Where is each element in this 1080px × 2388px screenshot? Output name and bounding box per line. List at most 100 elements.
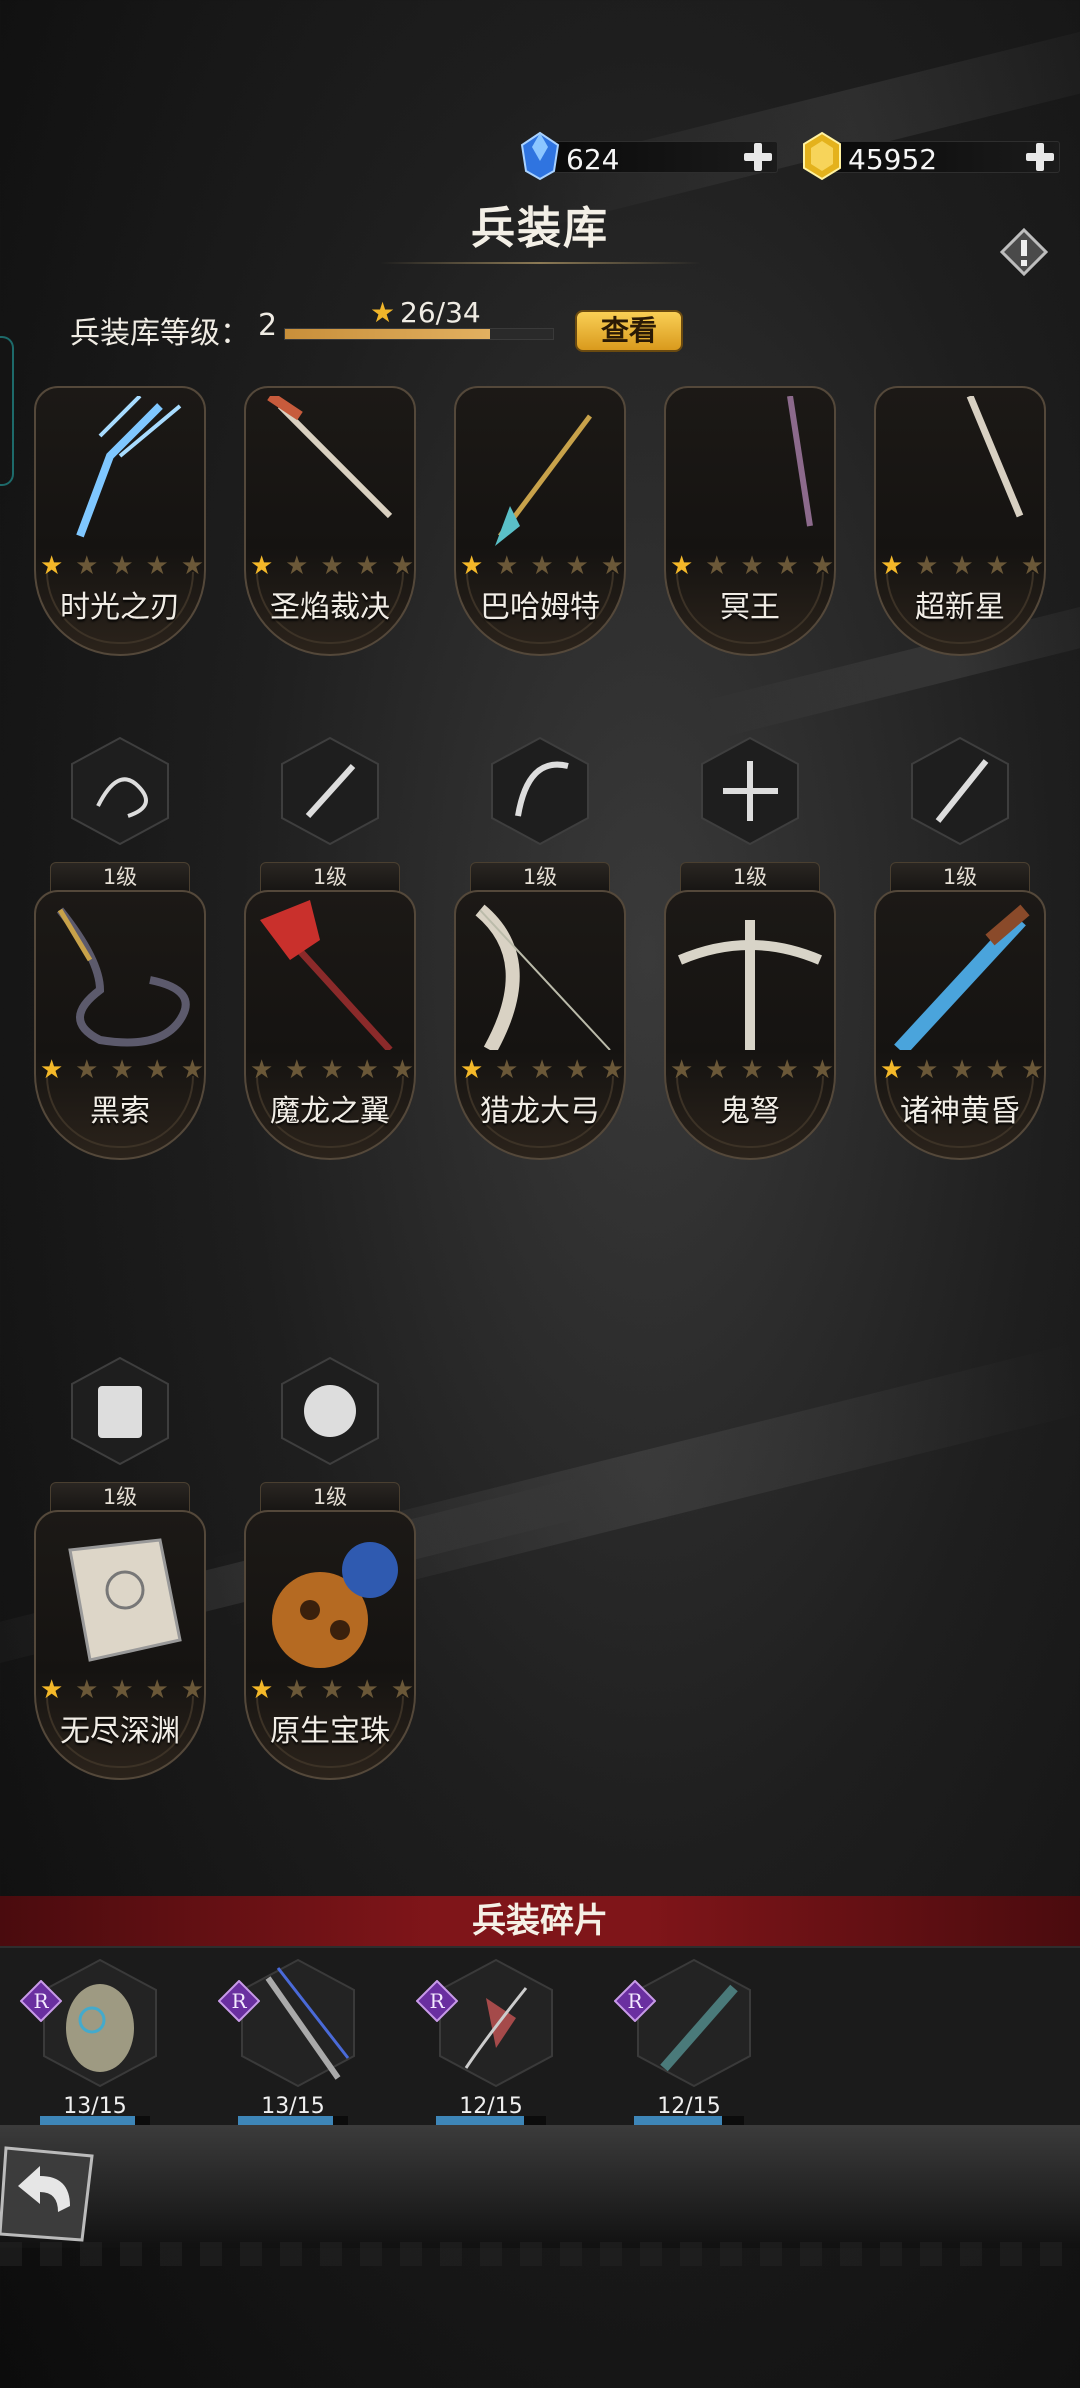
weapon-art-icon xyxy=(966,396,1024,518)
star-rating: ★ ★ ★ ★ ★ xyxy=(250,552,414,580)
gold-count: 45952 xyxy=(848,143,938,176)
star-icon: ★ xyxy=(40,1675,64,1705)
rarity-letter: R xyxy=(231,1989,247,2013)
weapon-level-tab: 1级 xyxy=(470,862,610,892)
star-icon: ★ xyxy=(530,551,554,581)
weapon-card[interactable]: ★ ★ ★ ★ ★ 黑索 xyxy=(34,890,206,1160)
shard-panel: R 13/15 R 13/15 R 12/15 R 12/15 xyxy=(0,1946,1080,2128)
star-rating: ★ ★ ★ ★ ★ xyxy=(40,1056,204,1084)
star-icon: ★ xyxy=(320,551,344,581)
star-icon: ★ xyxy=(390,1675,414,1705)
rarity-letter: R xyxy=(33,1989,49,2013)
weapon-card[interactable]: ★ ★ ★ ★ ★ 时光之刃 xyxy=(34,386,206,656)
rarity-letter: R xyxy=(429,1989,445,2013)
rarity-badge: R xyxy=(218,1980,260,2022)
weapon-name: 黑索 xyxy=(90,1094,150,1129)
weapon-card[interactable]: ★ ★ ★ ★ ★ 冥王 xyxy=(664,386,836,656)
bottom-bar xyxy=(0,2128,1080,2266)
star-icon: ★ xyxy=(75,551,99,581)
scroll-clip xyxy=(0,280,1080,386)
weapon-card[interactable]: ★ ★ ★ ★ ★ 原生宝珠 xyxy=(244,1510,416,1780)
star-icon: ★ xyxy=(705,551,729,581)
star-rating: ★ ★ ★ ★ ★ xyxy=(670,552,834,580)
star-rating: ★ ★ ★ ★ ★ xyxy=(460,552,624,580)
weapon-card[interactable]: ★ ★ ★ ★ ★ 鬼弩 xyxy=(664,890,836,1160)
weapon-name: 圣焰裁决 xyxy=(270,590,390,625)
add-diamond-button[interactable] xyxy=(738,137,778,177)
diamond-currency: 624 xyxy=(518,131,778,181)
star-icon: ★ xyxy=(915,1055,939,1085)
star-icon: ★ xyxy=(565,1055,589,1085)
weapon-name: 冥王 xyxy=(720,590,780,625)
rarity-badge: R xyxy=(416,1980,458,2022)
star-icon: ★ xyxy=(810,551,834,581)
shard-item[interactable]: R 13/15 xyxy=(218,1958,368,2125)
star-icon: ★ xyxy=(950,551,974,581)
shard-item[interactable]: R 12/15 xyxy=(416,1958,566,2125)
page-title: 兵装库 xyxy=(471,203,609,254)
star-icon: ★ xyxy=(600,551,624,581)
star-icon: ★ xyxy=(600,1055,624,1085)
star-rating: ★ ★ ★ ★ ★ xyxy=(670,1056,834,1084)
weapon-level-tab: 1级 xyxy=(50,1482,190,1512)
star-icon: ★ xyxy=(460,1055,484,1085)
weapon-name: 诸神黄昏 xyxy=(900,1094,1020,1129)
star-rating: ★ ★ ★ ★ ★ xyxy=(250,1676,414,1704)
star-icon: ★ xyxy=(880,551,904,581)
weapon-level-tab: 1级 xyxy=(680,862,820,892)
star-icon: ★ xyxy=(180,1675,204,1705)
diamond-count: 624 xyxy=(566,143,620,176)
rarity-badge: R xyxy=(614,1980,656,2022)
weapon-art-icon xyxy=(272,1542,398,1668)
shard-count: 13/15 xyxy=(261,2094,325,2119)
weapon-name: 魔龙之翼 xyxy=(270,1094,390,1129)
star-icon: ★ xyxy=(740,1055,764,1085)
star-icon: ★ xyxy=(110,551,134,581)
weapon-art-icon xyxy=(495,414,592,546)
star-icon: ★ xyxy=(880,1055,904,1085)
back-arrow-icon[interactable] xyxy=(0,2142,96,2246)
shard-art-icon xyxy=(637,1958,751,2088)
star-icon: ★ xyxy=(460,551,484,581)
weapon-card[interactable]: ★ ★ ★ ★ ★ 诸神黄昏 xyxy=(874,890,1046,1160)
star-icon: ★ xyxy=(670,1055,694,1085)
star-icon: ★ xyxy=(775,1055,799,1085)
gold-currency: 45952 xyxy=(800,131,1060,181)
star-icon: ★ xyxy=(1020,1055,1044,1085)
warning-diamond-icon[interactable] xyxy=(1000,228,1048,276)
weapon-card[interactable]: ★ ★ ★ ★ ★ 圣焰裁决 xyxy=(244,386,416,656)
weapon-level-tab: 1级 xyxy=(50,862,190,892)
weapon-card[interactable]: ★ ★ ★ ★ ★ 超新星 xyxy=(874,386,1046,656)
weapon-name: 巴哈姆特 xyxy=(480,590,600,625)
star-icon: ★ xyxy=(320,1675,344,1705)
weapon-card[interactable]: ★ ★ ★ ★ ★ 巴哈姆特 xyxy=(454,386,626,656)
weapon-name: 猎龙大弓 xyxy=(480,1094,600,1129)
blue-diamond-icon xyxy=(520,131,560,181)
star-icon: ★ xyxy=(285,1055,309,1085)
shard-count: 13/15 xyxy=(63,2094,127,2119)
shard-art-icon xyxy=(241,1958,355,2088)
star-icon: ★ xyxy=(705,1055,729,1085)
star-icon: ★ xyxy=(285,1675,309,1705)
star-icon: ★ xyxy=(390,1055,414,1085)
star-rating: ★ ★ ★ ★ ★ xyxy=(460,1056,624,1084)
add-gold-button[interactable] xyxy=(1020,137,1060,177)
weapon-card[interactable]: ★ ★ ★ ★ ★ 无尽深渊 xyxy=(34,1510,206,1780)
shard-item[interactable]: R 13/15 xyxy=(20,1958,170,2125)
weapon-art-icon xyxy=(260,900,393,1050)
star-icon: ★ xyxy=(110,1675,134,1705)
weapon-type-icon xyxy=(71,1356,169,1466)
star-rating: ★ ★ ★ ★ ★ xyxy=(250,1056,414,1084)
weapon-art-icon xyxy=(787,396,813,527)
star-icon: ★ xyxy=(985,1055,1009,1085)
shard-item[interactable]: R 12/15 xyxy=(614,1958,764,2125)
weapon-card[interactable]: ★ ★ ★ ★ ★ 魔龙之翼 xyxy=(244,890,416,1160)
title-divider xyxy=(380,262,700,264)
weapon-type-icon xyxy=(281,736,379,846)
star-icon: ★ xyxy=(250,1675,274,1705)
rarity-letter: R xyxy=(627,1989,643,2013)
rarity-badge: R xyxy=(20,1980,62,2022)
star-icon: ★ xyxy=(565,551,589,581)
weapon-card[interactable]: ★ ★ ★ ★ ★ 猎龙大弓 xyxy=(454,890,626,1160)
weapon-art-icon xyxy=(76,396,182,538)
